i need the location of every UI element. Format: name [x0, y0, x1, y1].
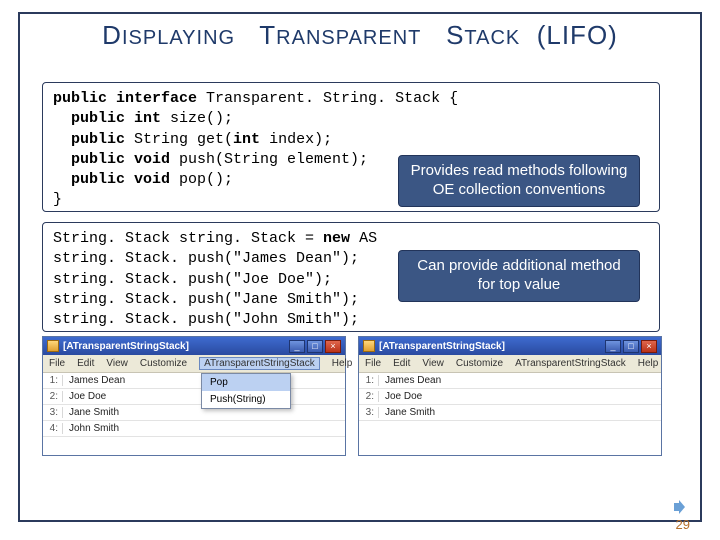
- menu-view[interactable]: View: [422, 358, 444, 369]
- class-menu-dropdown: Pop Push(String): [201, 373, 291, 409]
- client-area: 1:James Dean 2:Joe Doe 3:Jane Smith 4:Jo…: [43, 373, 345, 455]
- callout-top-value: Can provide additional method for top va…: [398, 250, 640, 302]
- speaker-icon: [674, 500, 690, 514]
- app-window-left: [ATransparentStringStack] _ □ × File Edi…: [42, 336, 346, 456]
- menu-file[interactable]: File: [365, 358, 381, 369]
- app-icon: [47, 340, 59, 352]
- list-item: 1:James Dean: [359, 373, 661, 389]
- titlebar[interactable]: [ATransparentStringStack] _ □ ×: [359, 337, 661, 355]
- list-item: 3:Jane Smith: [43, 405, 345, 421]
- list-item: 4:John Smith: [43, 421, 345, 437]
- slide-title: DISPLAYING TRANSPARENT STACK (LIFO): [40, 20, 680, 51]
- slide-number: 29: [676, 517, 690, 532]
- menu-file[interactable]: File: [49, 358, 65, 369]
- menu-customize[interactable]: Customize: [456, 358, 503, 369]
- menubar: File Edit View Customize ATransparentStr…: [359, 355, 661, 373]
- menu-edit[interactable]: Edit: [77, 358, 94, 369]
- menu-view[interactable]: View: [106, 358, 128, 369]
- menu-item-push[interactable]: Push(String): [202, 391, 290, 408]
- app-window-right: [ATransparentStringStack] _ □ × File Edi…: [358, 336, 662, 456]
- menu-help[interactable]: Help: [638, 358, 659, 369]
- titlebar[interactable]: [ATransparentStringStack] _ □ ×: [43, 337, 345, 355]
- menu-class[interactable]: ATransparentStringStack: [515, 358, 626, 369]
- menu-customize[interactable]: Customize: [140, 358, 187, 369]
- callout-read-methods: Provides read methods following OE colle…: [398, 155, 640, 207]
- list-item: 2:Joe Doe: [359, 389, 661, 405]
- menu-edit[interactable]: Edit: [393, 358, 410, 369]
- close-button[interactable]: ×: [325, 340, 341, 353]
- menubar: File Edit View Customize ATransparentStr…: [43, 355, 345, 373]
- window-title: [ATransparentStringStack]: [379, 341, 505, 352]
- menu-help[interactable]: Help: [332, 358, 353, 369]
- window-title: [ATransparentStringStack]: [63, 341, 189, 352]
- maximize-button[interactable]: □: [307, 340, 323, 353]
- menu-item-pop[interactable]: Pop: [202, 374, 290, 391]
- minimize-button[interactable]: _: [605, 340, 621, 353]
- client-area: 1:James Dean 2:Joe Doe 3:Jane Smith: [359, 373, 661, 455]
- maximize-button[interactable]: □: [623, 340, 639, 353]
- list-item: 3:Jane Smith: [359, 405, 661, 421]
- list-item: 2:Joe Doe: [43, 389, 345, 405]
- list-item: 1:James Dean: [43, 373, 345, 389]
- app-icon: [363, 340, 375, 352]
- minimize-button[interactable]: _: [289, 340, 305, 353]
- menu-class[interactable]: ATransparentStringStack: [199, 357, 320, 370]
- close-button[interactable]: ×: [641, 340, 657, 353]
